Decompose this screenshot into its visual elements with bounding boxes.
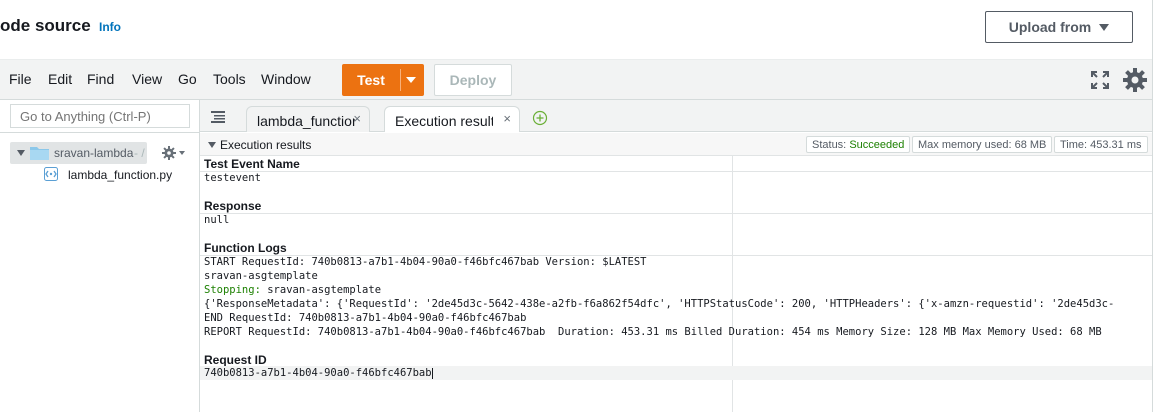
request-id-value[interactable]: 740b0813-a7b1-4b04-90a0-f46bfc467bab <box>204 367 433 379</box>
tab-execution-results[interactable]: Execution results × <box>384 106 520 132</box>
function-logs-label: Function Logs <box>204 241 287 255</box>
execution-results-title: Execution results <box>220 138 312 152</box>
upload-from-label: Upload from <box>1008 19 1092 35</box>
response-value: null <box>204 214 230 226</box>
test-button-label: Test <box>357 72 385 88</box>
log-stopping-value: sravan-asgtemplate <box>260 284 382 296</box>
menu-edit[interactable]: Edit <box>48 71 72 87</box>
expand-triangle-icon[interactable] <box>17 150 25 156</box>
tab-list-icon[interactable] <box>211 111 225 123</box>
folder-icon <box>30 147 49 160</box>
editor-tab-bar: lambda_function × Execution results × <box>200 100 1152 132</box>
log-line: REPORT RequestId: 740b0813-a7b1-4b04-90a… <box>204 326 1102 338</box>
right-edge-strip <box>1152 0 1176 412</box>
close-tab-icon[interactable]: × <box>503 111 511 126</box>
info-link[interactable]: Info <box>99 20 121 34</box>
goto-anything-input[interactable] <box>10 104 190 128</box>
file-tree-sidebar: sravan-lambda - / lambda_function.py <box>0 100 200 412</box>
row-divider <box>200 171 1152 172</box>
fullscreen-icon[interactable] <box>1090 70 1110 90</box>
menu-find[interactable]: Find <box>87 71 114 87</box>
page-title: ode source <box>0 16 91 35</box>
request-id-label: Request ID <box>204 353 267 367</box>
code-source-header: ode source Info Upload from <box>0 0 1176 60</box>
execution-results-panel: Execution results Status: Succeeded Max … <box>200 133 1152 412</box>
log-stopping-prefix: Stopping: <box>204 284 261 296</box>
log-line: Stopping: sravan-asgtemplate <box>204 284 381 296</box>
log-line: END RequestId: 740b0813-a7b1-4b04-90a0-f… <box>204 312 527 324</box>
menu-tools[interactable]: Tools <box>213 71 246 87</box>
menu-window[interactable]: Window <box>261 71 311 87</box>
collapse-triangle-icon[interactable] <box>208 142 216 148</box>
test-event-name-value: testevent <box>204 172 261 184</box>
execution-results-header: Execution results Status: Succeeded Max … <box>200 133 1152 156</box>
caret-down-icon <box>1099 23 1110 31</box>
tree-root-folder[interactable]: sravan-lambda - / <box>10 142 147 164</box>
deploy-button[interactable]: Deploy <box>434 64 512 96</box>
root-folder-suffix: - / <box>134 146 145 160</box>
tab-label: Execution results <box>395 113 493 129</box>
text-cursor <box>431 367 433 379</box>
request-id-text: 740b0813-a7b1-4b04-90a0-f46bfc467bab <box>204 367 432 379</box>
log-line: START RequestId: 740b0813-a7b1-4b04-90a0… <box>204 256 647 268</box>
log-line: {'ResponseMetadata': {'RequestId': '2de4… <box>204 298 1115 310</box>
python-file-icon <box>44 167 58 181</box>
tree-file-lambda-function[interactable]: lambda_function.py <box>44 166 194 184</box>
tree-settings-gear-icon[interactable] <box>162 145 186 161</box>
status-value: Succeeded <box>849 139 905 151</box>
tab-label: lambda_function <box>257 113 355 129</box>
sidebar-divider <box>0 132 200 133</box>
file-name: lambda_function.py <box>68 168 173 182</box>
tab-lambda-function[interactable]: lambda_function × <box>246 106 370 132</box>
lambda-console-page: ode source Info Upload from File Edit Fi… <box>0 0 1176 412</box>
test-dropdown-icon[interactable] <box>406 77 416 83</box>
menu-view[interactable]: View <box>132 71 162 87</box>
status-prefix: Status: <box>812 139 847 151</box>
log-line: sravan-asgtemplate <box>204 270 318 282</box>
test-button[interactable]: Test <box>342 64 424 96</box>
time-badge: Time: 453.31 ms <box>1054 136 1148 153</box>
ide-toolbar: File Edit Find View Go Tools Window Test… <box>0 60 1152 100</box>
row-divider <box>200 213 1152 214</box>
settings-gear-icon[interactable] <box>1122 67 1148 93</box>
test-event-name-label: Test Event Name <box>204 157 300 171</box>
status-badge: Status: Succeeded <box>806 136 911 153</box>
menu-go[interactable]: Go <box>178 71 197 87</box>
close-tab-icon[interactable]: × <box>353 111 361 126</box>
upload-from-button[interactable]: Upload from <box>985 11 1133 43</box>
memory-badge: Max memory used: 68 MB <box>912 136 1053 153</box>
response-label: Response <box>204 199 262 213</box>
test-button-divider <box>400 69 401 91</box>
menu-file[interactable]: File <box>9 71 32 87</box>
add-tab-icon[interactable] <box>532 110 548 126</box>
root-folder-name: sravan-lambda <box>54 146 134 160</box>
